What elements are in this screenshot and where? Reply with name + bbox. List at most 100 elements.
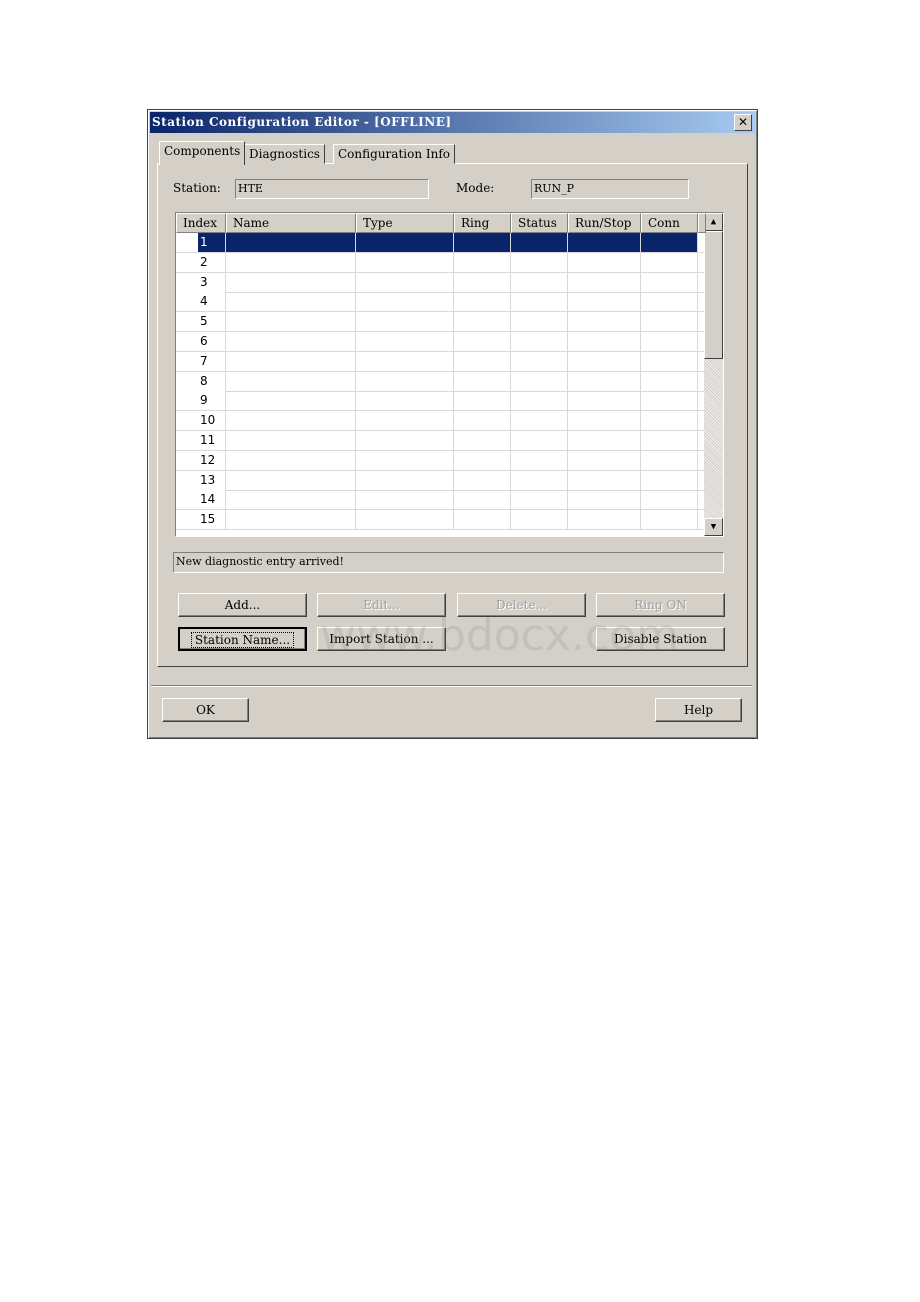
- cell: [356, 411, 454, 431]
- delete-label: Delete...: [495, 598, 548, 612]
- cell: [454, 450, 511, 470]
- column-header-type[interactable]: Type: [356, 213, 454, 233]
- table-row[interactable]: 4: [176, 292, 704, 313]
- index-value: 8: [200, 373, 208, 388]
- cell: [356, 450, 454, 470]
- column-header-filler: [698, 213, 706, 233]
- close-icon: ✕: [737, 115, 749, 129]
- index-cell: 3: [176, 272, 226, 292]
- index-value: 10: [200, 413, 216, 428]
- mode-field: RUN_P: [531, 179, 689, 199]
- disable-station-button[interactable]: Disable Station: [596, 627, 725, 651]
- import-station-button[interactable]: Import Station ...: [317, 627, 446, 651]
- tab-configuration-info[interactable]: Configuration Info: [333, 144, 456, 164]
- cell: [226, 371, 356, 391]
- index-value: 13: [200, 472, 216, 487]
- delete-button[interactable]: Delete...: [457, 593, 586, 617]
- index-cell: 2: [176, 252, 226, 272]
- cell: [568, 351, 641, 371]
- index-cell: 10: [176, 411, 226, 431]
- arrow-down-icon: ▼: [710, 522, 717, 532]
- ring-on-button[interactable]: Ring ON: [596, 593, 725, 617]
- cell: [226, 470, 356, 490]
- cell: [511, 292, 568, 312]
- arrow-up-icon: ▲: [710, 217, 717, 227]
- cell: [226, 510, 356, 530]
- cell: [511, 312, 568, 332]
- disable-station-label: Disable Station: [613, 632, 708, 646]
- cell: [226, 391, 356, 411]
- column-header-runstop[interactable]: Run/Stop: [568, 213, 641, 233]
- table-row[interactable]: 11: [176, 431, 704, 451]
- scroll-up-button[interactable]: ▲: [704, 213, 723, 231]
- cell: [356, 431, 454, 450]
- cell: [356, 292, 454, 312]
- vertical-scrollbar[interactable]: ▲ ▼: [704, 213, 723, 536]
- cell: [356, 391, 454, 411]
- index-value: 9: [200, 393, 208, 408]
- cell: [641, 391, 698, 411]
- scroll-down-button[interactable]: ▼: [704, 518, 723, 536]
- cell: [511, 510, 568, 530]
- scrollbar-thumb[interactable]: [704, 231, 723, 359]
- table-row[interactable]: 1: [176, 233, 704, 253]
- table-row[interactable]: 3: [176, 272, 704, 293]
- table-row[interactable]: 13: [176, 470, 704, 491]
- table-row[interactable]: 9: [176, 391, 704, 412]
- edit-button[interactable]: Edit...: [317, 593, 446, 617]
- table-row[interactable]: 14: [176, 490, 704, 511]
- column-header-ring[interactable]: Ring: [454, 213, 511, 233]
- ok-button[interactable]: OK: [162, 698, 249, 722]
- cell: [226, 312, 356, 332]
- components-table: ▲ ▼ Index Name Type Ring Status Run/Stop Conn 1…: [175, 212, 724, 537]
- column-header-conn[interactable]: Conn: [641, 213, 698, 233]
- cell: [356, 371, 454, 391]
- table-row[interactable]: 15: [176, 510, 704, 531]
- column-header-status[interactable]: Status: [511, 213, 568, 233]
- tab-components[interactable]: Components: [159, 141, 246, 165]
- table-row[interactable]: 5: [176, 312, 704, 333]
- cell: [511, 490, 568, 510]
- index-value: 3: [200, 274, 208, 289]
- table-row[interactable]: 8: [176, 371, 704, 392]
- cell: [356, 510, 454, 530]
- cell: [641, 351, 698, 371]
- cell: [454, 233, 511, 252]
- cell: [226, 272, 356, 292]
- index-value: 1: [198, 233, 225, 252]
- table-row[interactable]: 2: [176, 252, 704, 273]
- tab-diagnostics[interactable]: Diagnostics: [244, 144, 325, 164]
- index-cell: 6: [176, 332, 226, 351]
- cell: [511, 272, 568, 292]
- cell: [568, 450, 641, 470]
- add-button[interactable]: Add...: [178, 593, 307, 617]
- cell: [454, 292, 511, 312]
- cell: [226, 292, 356, 312]
- column-header-index[interactable]: Index: [176, 213, 226, 233]
- table-row[interactable]: 7: [176, 351, 704, 372]
- cell: [568, 252, 641, 272]
- table-row[interactable]: 10: [176, 411, 704, 432]
- cell: [511, 450, 568, 470]
- table-row[interactable]: 12: [176, 450, 704, 471]
- cell: [568, 292, 641, 312]
- cell: [356, 252, 454, 272]
- cell: [641, 312, 698, 332]
- station-name-button[interactable]: Station Name...: [178, 627, 307, 651]
- cell: [226, 351, 356, 371]
- cell: [454, 312, 511, 332]
- cell: [356, 233, 454, 252]
- close-button[interactable]: ✕: [734, 114, 752, 131]
- table-row[interactable]: 6: [176, 332, 704, 352]
- cell: [641, 272, 698, 292]
- cell: [226, 490, 356, 510]
- index-value: 14: [200, 492, 216, 507]
- column-header-name[interactable]: Name: [226, 213, 356, 233]
- index-value: 6: [200, 334, 208, 348]
- index-cell: 11: [176, 431, 226, 450]
- help-button[interactable]: Help: [655, 698, 742, 722]
- cell: [356, 351, 454, 371]
- cell: [568, 470, 641, 490]
- cell: [454, 490, 511, 510]
- index-value: 4: [200, 294, 208, 309]
